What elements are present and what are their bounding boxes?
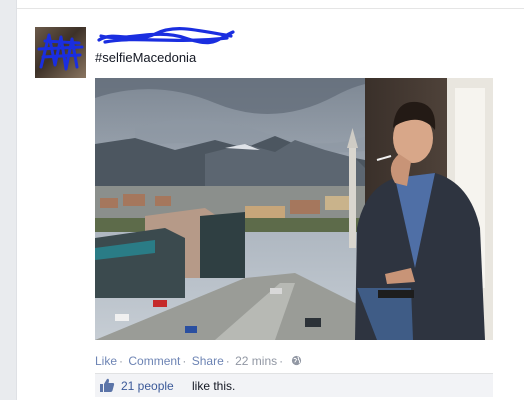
post-actions: Like · Comment · Share · 22 mins ·: [95, 354, 302, 369]
separator: ·: [119, 354, 124, 368]
thumbs-up-icon: [100, 378, 115, 397]
comment-link[interactable]: Comment: [128, 354, 180, 368]
post-photo[interactable]: [95, 78, 493, 340]
post-timestamp[interactable]: 22 mins: [235, 354, 277, 368]
share-link[interactable]: Share: [192, 354, 224, 368]
post-hashtag-text: #selfieMacedonia: [95, 50, 197, 65]
photo-illustration: [95, 78, 493, 340]
separator: ·: [182, 354, 187, 368]
separator: ·: [225, 354, 230, 368]
likes-suffix-text: like this.: [192, 379, 236, 393]
separator: ·: [279, 354, 284, 368]
likes-count-link[interactable]: 21 people: [121, 379, 174, 393]
likes-summary: 21 people like this.: [95, 373, 493, 397]
globe-icon[interactable]: [291, 355, 302, 369]
like-link[interactable]: Like: [95, 354, 117, 368]
redaction-scribble: [37, 33, 84, 71]
feed-post: #selfieMacedonia Like · Comment · Share …: [16, 0, 524, 400]
author-name[interactable]: [95, 26, 235, 48]
author-avatar[interactable]: [35, 27, 86, 78]
name-redaction-scribble: [97, 27, 235, 45]
divider: [17, 8, 524, 9]
